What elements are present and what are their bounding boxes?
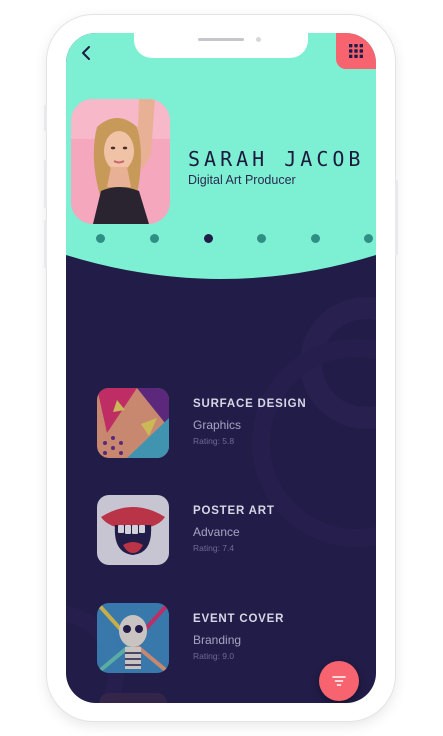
- chevron-left-icon: [82, 46, 90, 60]
- page-dot[interactable]: [364, 234, 373, 243]
- volume-down-button: [44, 220, 47, 268]
- project-item[interactable]: EVENT COVER Branding Rating: 9.0: [97, 603, 357, 675]
- project-thumbnail: [97, 388, 169, 458]
- profile-role: Digital Art Producer: [188, 173, 296, 187]
- project-category: Branding: [193, 633, 242, 647]
- page-dot[interactable]: [257, 234, 266, 243]
- profile-photo: [71, 99, 170, 224]
- filter-icon: [332, 676, 346, 686]
- page-dot-active[interactable]: [204, 234, 213, 243]
- mute-switch: [44, 105, 47, 131]
- front-camera: [256, 37, 261, 42]
- project-thumbnail: [97, 603, 169, 673]
- filter-button[interactable]: [319, 661, 359, 701]
- back-button[interactable]: [76, 43, 96, 63]
- page-dot[interactable]: [311, 234, 320, 243]
- project-title: POSTER ART: [193, 505, 275, 517]
- project-thumbnail-partial[interactable]: [99, 693, 167, 703]
- volume-up-button: [44, 160, 47, 208]
- profile-name: SARAH JACOB: [188, 147, 365, 171]
- project-item[interactable]: POSTER ART Advance Rating: 7.4: [97, 495, 357, 567]
- mouth-poster-icon: [97, 495, 169, 565]
- device-notch: [134, 33, 308, 58]
- project-title: EVENT COVER: [193, 613, 285, 625]
- profile-avatar: [71, 99, 170, 224]
- skull-illustration-icon: [97, 603, 169, 673]
- project-title: SURFACE DESIGN: [193, 398, 307, 410]
- project-rating: Rating: 9.0: [193, 651, 235, 661]
- grid-icon: [349, 44, 363, 58]
- project-thumbnail: [97, 495, 169, 565]
- page-dot[interactable]: [96, 234, 105, 243]
- project-category: Graphics: [193, 418, 242, 432]
- abstract-art-icon: [97, 388, 169, 458]
- project-rating: Rating: 7.4: [193, 543, 235, 553]
- project-rating: Rating: 5.8: [193, 436, 235, 446]
- power-button: [395, 180, 398, 255]
- project-category: Advance: [193, 525, 240, 539]
- speaker-grille: [198, 38, 244, 41]
- page-dot[interactable]: [150, 234, 159, 243]
- phone-frame: SARAH JACOB Digital Art Producer SURFACE…: [44, 15, 398, 721]
- project-item[interactable]: SURFACE DESIGN Graphics Rating: 5.8: [97, 388, 357, 460]
- app-screen: SARAH JACOB Digital Art Producer SURFACE…: [66, 33, 376, 703]
